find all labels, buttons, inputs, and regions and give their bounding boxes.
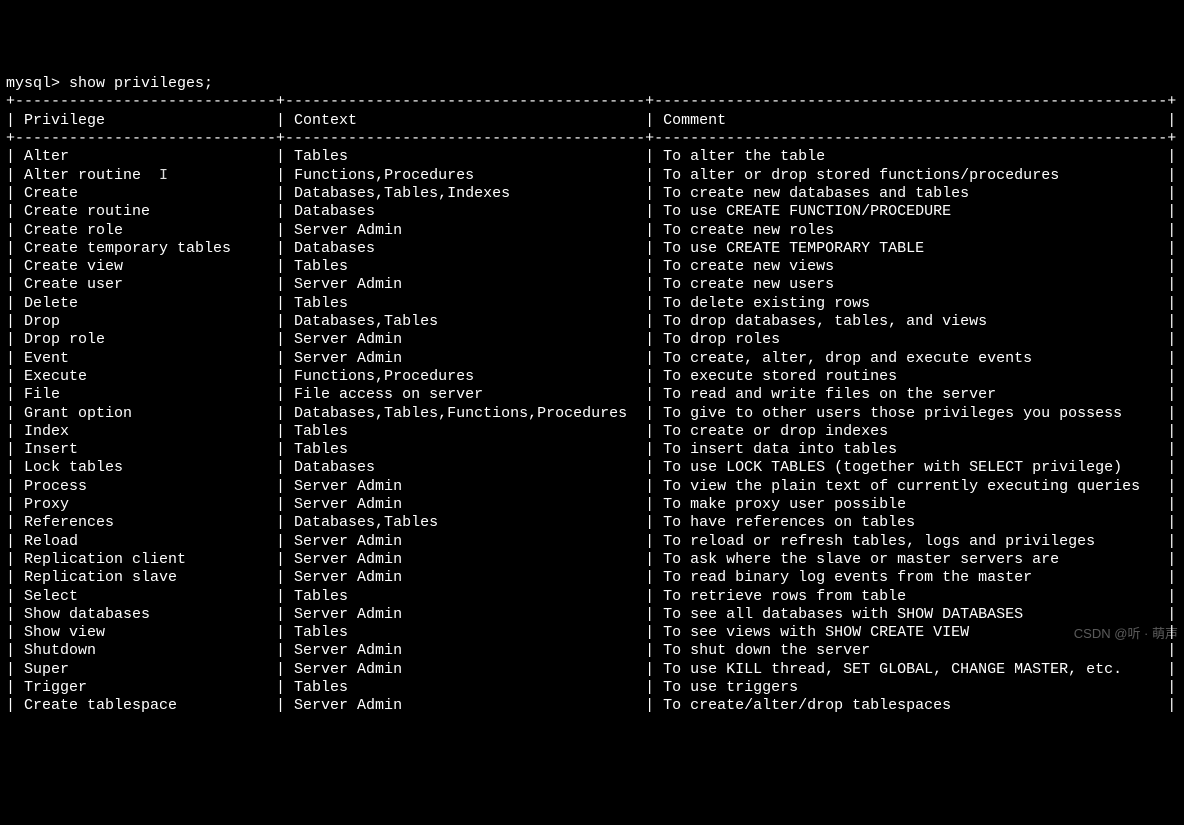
watermark: CSDN @听 · 萌声 <box>1074 625 1178 643</box>
terminal-output[interactable]: mysql> show privileges; +---------------… <box>6 75 1178 715</box>
